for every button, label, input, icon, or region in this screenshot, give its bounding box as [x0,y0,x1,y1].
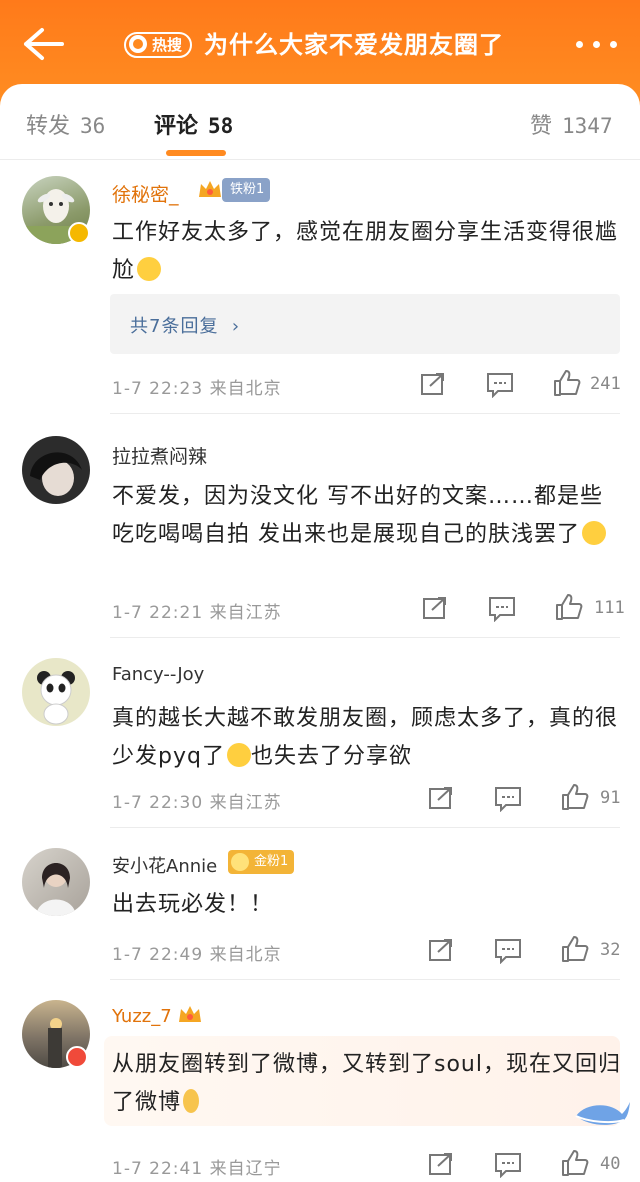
fan-badge[interactable]: 金粉1 [228,850,295,874]
comment-meta: 1-7 22:30 来自江苏 [112,788,282,813]
comment-time: 1-7 22:49 [112,945,204,965]
username[interactable]: Yuzz_7 [112,1006,172,1027]
comment-text: 从朋友圈转到了微博，又转到了soul，现在又回归了微博 [112,1046,622,1122]
comment-icon[interactable] [494,786,522,812]
girl-photo [30,452,82,496]
tab-likes-count: 1347 [562,114,613,138]
repost-icon[interactable] [420,372,446,396]
like-count: 40 [600,1154,621,1174]
username[interactable]: 徐秘密_ [112,180,179,207]
comment-time: 1-7 22:41 [112,1159,204,1179]
fan-badge[interactable]: 铁粉1 [222,178,271,202]
panda-avatar [37,671,75,725]
comment-text: 真的越长大越不敢发朋友圈，顾虑太多了，真的很少发pyq了 也失去了分享欲 [112,700,622,776]
gold-fan-icon [231,853,249,871]
comment-item: 安小花Annie 金粉1 出去玩必发！！ 1-7 22:49 来自北京 32 [0,828,640,980]
comment-location: 来自北京 [209,379,282,399]
comment-meta: 1-7 22:21 来自江苏 [112,598,282,623]
back-arrow-icon[interactable] [22,26,66,62]
more-options-icon[interactable] [572,30,622,58]
tab-comments-count: 58 [208,114,234,138]
verified-badge-icon [66,1046,88,1068]
verified-badge-icon [68,222,90,244]
fan-badge-label: 金粉1 [254,854,289,869]
tab-likes[interactable]: 赞 1347 [530,108,613,140]
comment-location: 来自辽宁 [209,1159,282,1179]
tab-likes-label: 赞 [530,114,553,139]
comment-item: 拉拉煮闷辣 不爱发，因为没文化 写不出好的文案……都是些吃吃喝喝自拍 发出来也是… [0,414,640,638]
like-count: 241 [590,374,621,394]
hot-search-icon [129,35,147,53]
like-icon[interactable] [560,1148,590,1178]
replies-panel[interactable]: 共7条回复 › [110,294,620,354]
username[interactable]: Fancy--Joy [112,664,204,685]
crying-emoji-icon [226,743,251,767]
tab-comments-label: 评论 [154,114,199,139]
tab-reposts[interactable]: 转发 36 [26,108,105,140]
view-replies-link[interactable]: 共7条回复 › [130,312,240,338]
tab-comments[interactable]: 评论 58 [154,108,233,140]
comment-location: 来自江苏 [209,603,282,623]
comment-location: 来自北京 [209,945,282,965]
lightbulb-emoji-icon [183,1089,200,1113]
sweat-emoji-icon [582,521,606,545]
comment-item: 徐秘密_ 铁粉1 工作好友太多了，感觉在朋友圈分享生活变得很尴尬 共7条回复 ›… [0,160,640,414]
like-icon[interactable] [560,934,590,964]
comment-item: Fancy--Joy 真的越长大越不敢发朋友圈，顾虑太多了，真的很少发pyq了也… [0,638,640,828]
hot-search-label: 热搜 [152,36,183,54]
comment-time: 1-7 22:21 [112,603,204,623]
repost-icon[interactable] [422,596,448,620]
username[interactable]: 安小花Annie [112,852,217,878]
repost-icon[interactable] [428,938,454,962]
comment-text: 不爱发，因为没文化 写不出好的文案……都是些吃吃喝喝自拍 发出来也是展现自己的肤… [112,478,622,554]
tab-reposts-label: 转发 [26,114,71,139]
avatar[interactable] [22,658,90,726]
comment-icon[interactable] [486,372,514,398]
comment-icon[interactable] [488,596,516,622]
hot-search-badge[interactable]: 热搜 [124,32,193,58]
like-icon[interactable] [552,368,582,398]
comment-time: 1-7 22:30 [112,793,204,813]
like-count: 32 [600,940,621,960]
like-count: 111 [594,598,625,618]
vip-crown-icon [179,1006,201,1022]
comment-text: 工作好友太多了，感觉在朋友圈分享生活变得很尴尬 [112,214,622,290]
repost-icon[interactable] [428,786,454,810]
whale-decoration-icon [575,1102,630,1125]
tab-bar: 转发 36 评论 58 赞 1347 [0,84,640,160]
girl-selfie-photo [36,863,76,916]
comment-meta: 1-7 22:49 来自北京 [112,940,282,965]
comment-meta: 1-7 22:23 来自北京 [112,374,282,399]
comment-text: 出去玩必发！！ [112,892,274,917]
comment-body-continued: 也失去了分享欲 [250,744,412,769]
comment-item: Yuzz_7 从朋友圈转到了微博，又转到了soul，现在又回归了微博 1-7 2… [0,980,640,1182]
comment-icon[interactable] [494,1152,522,1178]
comment-body: 工作好友太多了，感觉在朋友圈分享生活变得很尴尬 [112,220,619,283]
comment-body: 不爱发，因为没文化 写不出好的文案……都是些吃吃喝喝自拍 发出来也是展现自己的肤… [112,484,603,547]
crying-emoji-icon [137,257,162,281]
tab-reposts-count: 36 [80,114,106,138]
replies-count-label: 共7条回复 [130,316,219,337]
like-icon[interactable] [560,782,590,812]
like-count: 91 [600,788,621,808]
topic-title[interactable]: 为什么大家不爱发朋友圈了 [204,28,504,62]
comment-time: 1-7 22:23 [112,379,204,399]
comment-location: 来自江苏 [209,793,282,813]
avatar[interactable] [22,436,90,504]
comment-meta: 1-7 22:41 来自辽宁 [112,1154,282,1179]
vip-crown-icon [199,181,221,197]
comment-icon[interactable] [494,938,522,964]
active-tab-indicator [166,150,226,156]
repost-icon[interactable] [428,1152,454,1176]
username[interactable]: 拉拉煮闷辣 [112,442,207,469]
like-icon[interactable] [554,592,584,622]
avatar[interactable] [22,848,90,916]
